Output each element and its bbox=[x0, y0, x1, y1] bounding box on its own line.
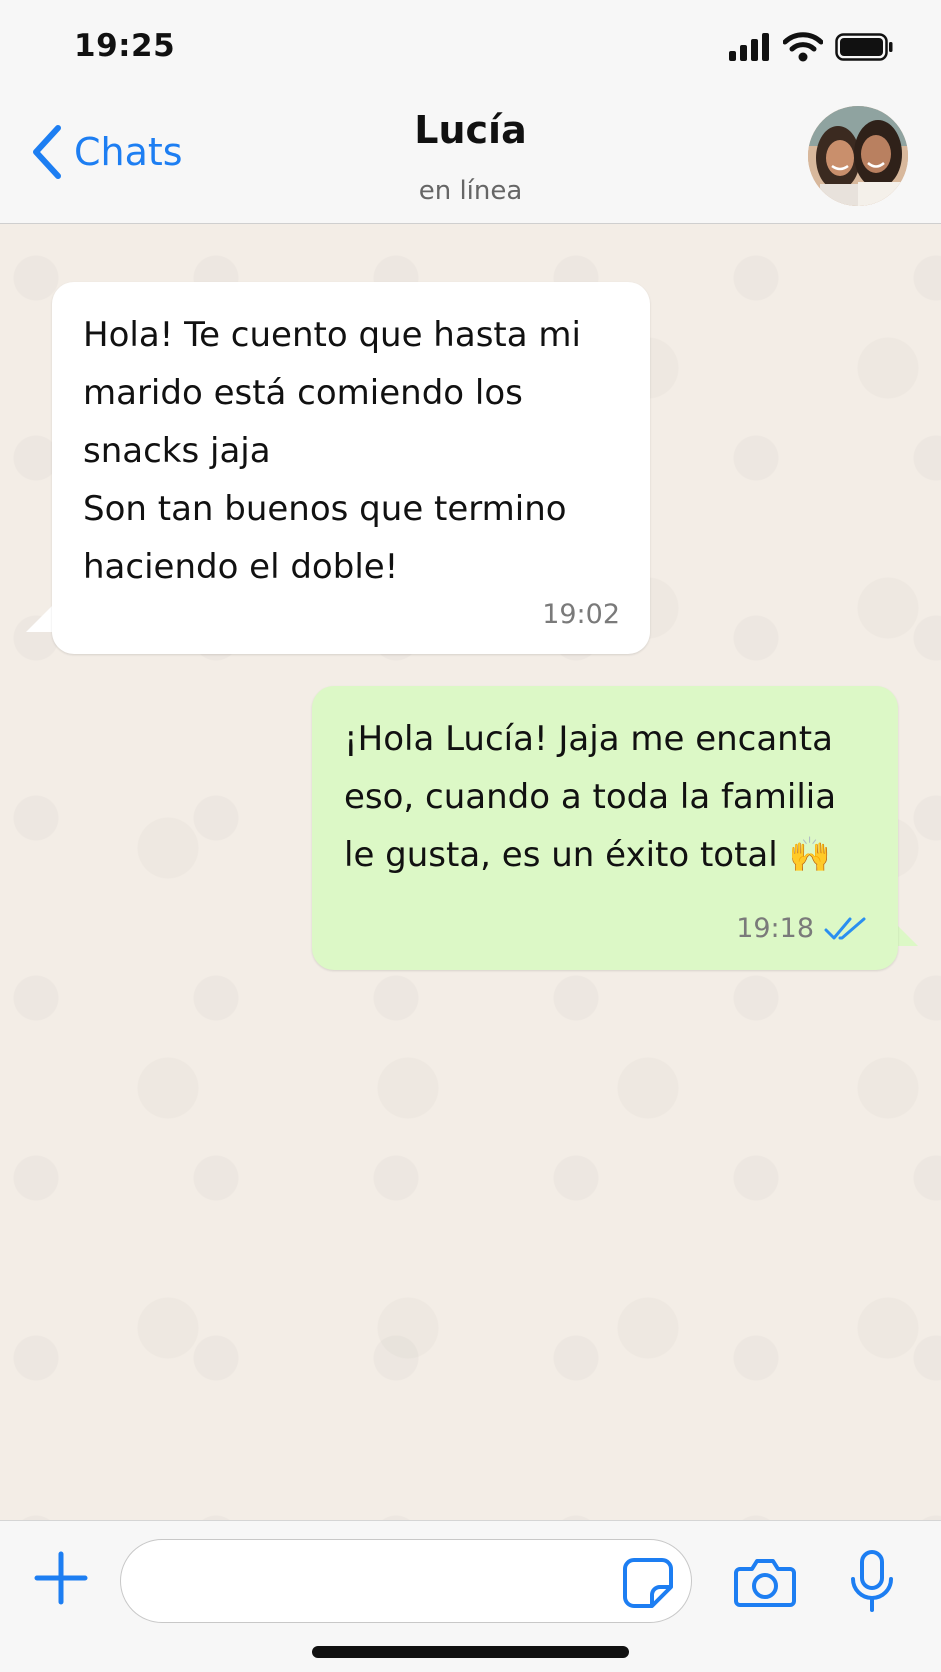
status-icons bbox=[729, 32, 893, 62]
microphone-icon[interactable] bbox=[848, 1549, 896, 1613]
chat-header: Chats Lucía en línea bbox=[0, 96, 941, 224]
sticker-icon[interactable] bbox=[622, 1557, 674, 1609]
message-time: 19:18 bbox=[736, 913, 814, 944]
message-line: Hola! Te cuento que hasta mi bbox=[83, 315, 581, 355]
message-line: Son tan buenos que termino bbox=[83, 489, 567, 529]
message-line: eso, cuando a toda la familia bbox=[344, 777, 837, 817]
status-bar: 19:25 bbox=[0, 0, 941, 96]
contact-name[interactable]: Lucía bbox=[0, 108, 941, 152]
status-time: 19:25 bbox=[74, 28, 176, 64]
outgoing-message[interactable]: ¡Hola Lucía! Jaja me encanta eso, cuando… bbox=[312, 686, 898, 970]
battery-icon bbox=[835, 33, 893, 61]
incoming-message[interactable]: Hola! Te cuento que hasta mi marido está… bbox=[52, 282, 650, 654]
message-time: 19:02 bbox=[542, 599, 620, 630]
message-line: le gusta, es un éxito total 🙌 bbox=[344, 835, 831, 875]
message-line: haciendo el doble! bbox=[83, 547, 399, 587]
contact-status: en línea bbox=[418, 176, 523, 206]
double-check-icon bbox=[824, 917, 866, 940]
chat-area[interactable]: Hola! Te cuento que hasta mi marido está… bbox=[0, 224, 941, 1520]
plus-icon[interactable] bbox=[34, 1551, 88, 1605]
avatar[interactable] bbox=[808, 106, 908, 206]
home-indicator[interactable] bbox=[312, 1646, 629, 1658]
message-line: snacks jaja bbox=[83, 431, 271, 471]
message-meta: 19:18 bbox=[736, 914, 868, 944]
message-line: ¡Hola Lucía! Jaja me encanta bbox=[344, 719, 833, 759]
message-line: marido está comiendo los bbox=[83, 373, 523, 413]
wifi-icon bbox=[783, 32, 823, 62]
avatar-photo bbox=[808, 106, 908, 206]
message-input[interactable] bbox=[120, 1539, 692, 1623]
signal-icon bbox=[729, 33, 769, 61]
camera-icon[interactable] bbox=[734, 1555, 796, 1609]
